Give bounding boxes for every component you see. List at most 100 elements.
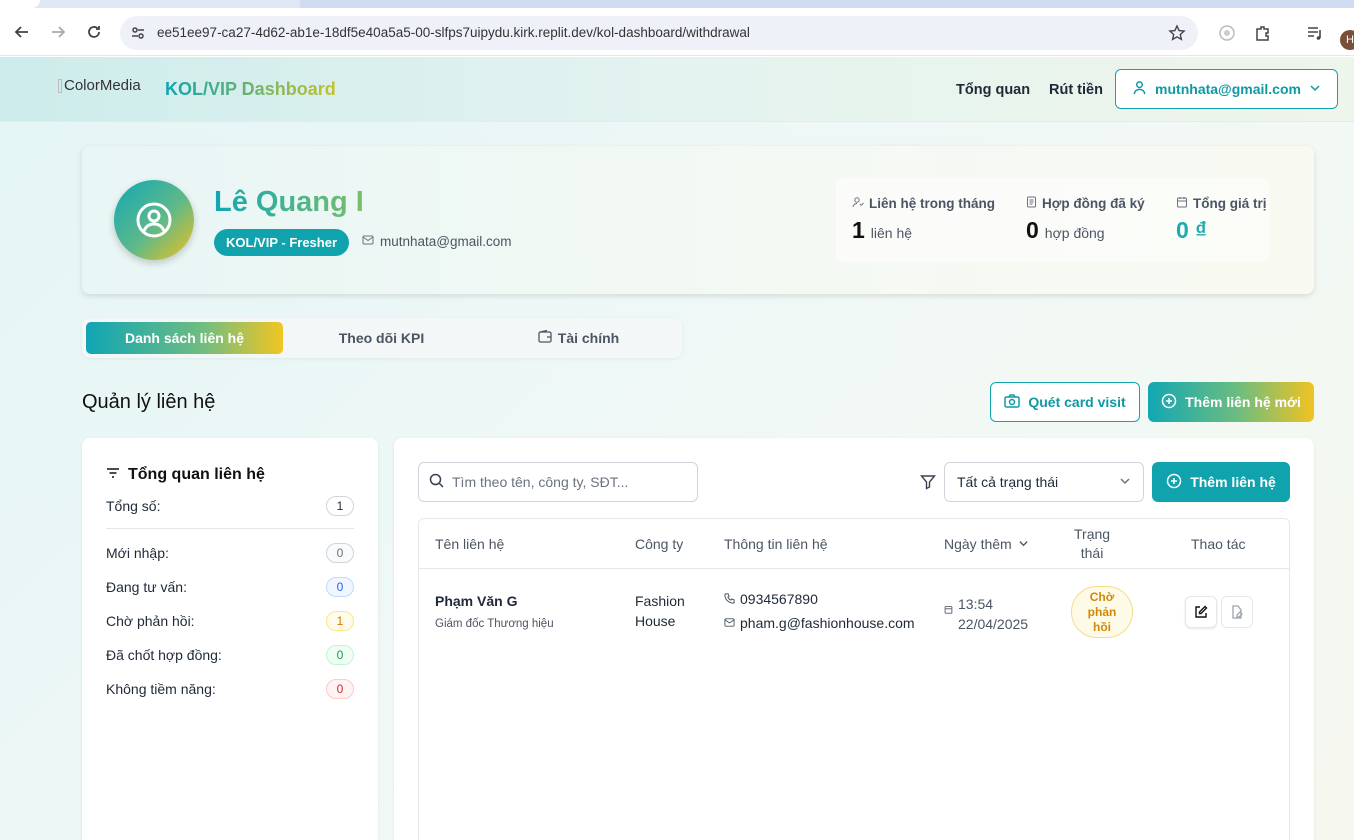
- add-new-contact-button[interactable]: Thêm liên hệ mới: [1148, 382, 1314, 422]
- column-header-status[interactable]: Trạng thái: [1074, 519, 1132, 568]
- status-filter-value: Tất cả trạng thái: [957, 474, 1059, 490]
- brand-title: KOL/VIP Dashboard: [165, 79, 336, 99]
- count-pill: 0: [326, 679, 354, 699]
- app-page: ColorMedia KOL/VIP Dashboard Tổng quan R…: [0, 57, 1354, 840]
- nav-withdrawal[interactable]: Rút tiền: [1049, 82, 1103, 98]
- contact-company-line1: Fashion: [635, 593, 685, 609]
- address-bar[interactable]: ee51ee97-ca27-4d62-ab1e-18df5e40a5a5-00-…: [120, 16, 1198, 50]
- tab-contact-list[interactable]: Danh sách liên hệ: [86, 322, 283, 354]
- reload-icon[interactable]: [84, 22, 104, 42]
- stat-label: Tổng giá trị: [1193, 196, 1267, 211]
- divider: [106, 528, 354, 529]
- user-menu-button[interactable]: mutnhata@gmail.com: [1115, 69, 1338, 109]
- column-header-actions: Thao tác: [1191, 535, 1246, 552]
- tab-finance-label: Tài chính: [557, 330, 620, 346]
- overview-title: Tổng quan liên hệ: [106, 466, 265, 484]
- search-icon: [429, 473, 444, 491]
- contacts-panel: Tất cả trạng thái Thêm liên hệ Tên liên …: [394, 438, 1314, 840]
- extension-icon[interactable]: [1218, 24, 1236, 45]
- column-header-name[interactable]: Tên liên hệ: [435, 519, 504, 568]
- logo[interactable]: ColorMedia: [58, 77, 141, 94]
- phone-icon: [724, 591, 735, 607]
- bookmark-star-icon[interactable]: [1168, 24, 1186, 45]
- tab-bar: Danh sách liên hệ Theo dõi KPI Tài chính: [82, 318, 682, 358]
- filter-icon[interactable]: [920, 474, 936, 493]
- stat-label: Hợp đồng đã ký: [1042, 196, 1145, 211]
- stat-contracts-signed: Hợp đồng đã ký 0 hợp đồng: [1026, 196, 1145, 244]
- profile-email-text: mutnhata@gmail.com: [380, 234, 512, 249]
- count-pill: 0: [326, 645, 354, 665]
- plus-circle-icon: [1161, 393, 1177, 412]
- contact-email: pham.g@fashionhouse.com: [724, 615, 915, 631]
- tab-kpi-tracking[interactable]: Theo dõi KPI: [283, 322, 480, 354]
- add-contact-label: Thêm liên hệ: [1190, 474, 1276, 490]
- contact-date: 22/04/2025: [958, 616, 1029, 633]
- stat-contacts-month: Liên hệ trong tháng 1 liên hệ: [852, 196, 995, 244]
- overview-row-label: Đã chốt hợp đồng:: [106, 647, 222, 663]
- puzzle-icon[interactable]: [1254, 24, 1272, 45]
- column-header-date-label: Ngày thêm: [944, 535, 1012, 552]
- count-pill: 1: [326, 496, 354, 516]
- count-pill: 0: [326, 543, 354, 563]
- add-contact-button[interactable]: Thêm liên hệ: [1152, 462, 1290, 502]
- browser-profile-avatar[interactable]: H: [1340, 30, 1354, 50]
- overview-row-label: Chờ phản hồi:: [106, 613, 195, 629]
- file-edit-icon: [1232, 605, 1243, 619]
- contact-email-text: pham.g@fashionhouse.com: [740, 615, 915, 631]
- back-icon[interactable]: [12, 22, 32, 42]
- browser-tab-strip: [0, 0, 1354, 8]
- column-header-company[interactable]: Công ty: [635, 519, 683, 568]
- media-control-icon[interactable]: [1306, 24, 1324, 45]
- stat-unit: hợp đồng: [1044, 225, 1105, 241]
- user-check-icon: [852, 196, 864, 211]
- divider: [419, 568, 1289, 569]
- profile-name: Lê Quang I: [214, 186, 364, 218]
- overview-row-label: Đang tư vấn:: [106, 579, 187, 595]
- overview-row-consulting: Đang tư vấn: 0: [106, 577, 354, 597]
- chevron-down-icon: [1119, 474, 1131, 490]
- logo-alt-text: ColorMedia: [64, 77, 141, 94]
- edit-button[interactable]: [1185, 596, 1217, 628]
- contact-phone: 0934567890: [724, 591, 818, 607]
- scan-card-button[interactable]: Quét card visit: [990, 382, 1140, 422]
- site-settings-icon[interactable]: [130, 25, 146, 44]
- mail-icon: [362, 234, 374, 249]
- user-icon: [1132, 80, 1147, 98]
- stat-value: 0 ₫: [1176, 217, 1207, 243]
- overview-row-label: Không tiềm năng:: [106, 681, 216, 697]
- camera-icon: [1004, 393, 1021, 411]
- browser-tab-active[interactable]: [300, 0, 1354, 8]
- status-filter-select[interactable]: Tất cả trạng thái: [944, 462, 1144, 502]
- contact-company-line2: House: [635, 613, 676, 629]
- count-pill: 0: [326, 577, 354, 597]
- stat-value: 1: [852, 217, 865, 243]
- contact-name[interactable]: Phạm Văn G: [435, 593, 517, 609]
- plus-circle-icon: [1166, 473, 1182, 492]
- filter-lines-icon: [106, 466, 120, 484]
- column-header-date-added[interactable]: Ngày thêm: [944, 519, 1029, 568]
- overview-row-new: Mới nhập: 0: [106, 543, 354, 563]
- search-box[interactable]: [418, 462, 698, 502]
- document-icon: [1026, 196, 1037, 211]
- user-circle-icon: [136, 202, 172, 238]
- forward-icon[interactable]: [48, 22, 68, 42]
- nav-overview[interactable]: Tổng quan: [956, 82, 1030, 98]
- overview-title-text: Tổng quan liên hệ: [128, 466, 265, 483]
- contacts-table: Tên liên hệ Công ty Thông tin liên hệ Ng…: [418, 518, 1290, 840]
- browser-tab[interactable]: [0, 0, 40, 8]
- avatar: [114, 180, 194, 260]
- contact-title: Giám đốc Thương hiệu: [435, 618, 554, 630]
- column-header-contact-info[interactable]: Thông tin liên hệ: [724, 519, 828, 568]
- calendar-icon: [944, 601, 953, 617]
- mail-icon: [724, 615, 735, 631]
- stat-total-value: Tổng giá trị 0 ₫: [1176, 196, 1267, 244]
- contact-overview-panel: Tổng quan liên hệ Tổng số: 1 Mới nhập: 0…: [82, 438, 378, 840]
- search-input[interactable]: [452, 474, 682, 490]
- status-badge: Chờ phản hồi: [1071, 586, 1133, 638]
- overview-row-label: Mới nhập:: [106, 545, 169, 561]
- stat-label: Liên hệ trong tháng: [869, 196, 995, 211]
- tab-finance[interactable]: Tài chính: [480, 322, 677, 354]
- profile-email: mutnhata@gmail.com: [362, 234, 512, 249]
- update-status-button[interactable]: [1221, 596, 1253, 628]
- overview-row-not-potential: Không tiềm năng: 0: [106, 679, 354, 699]
